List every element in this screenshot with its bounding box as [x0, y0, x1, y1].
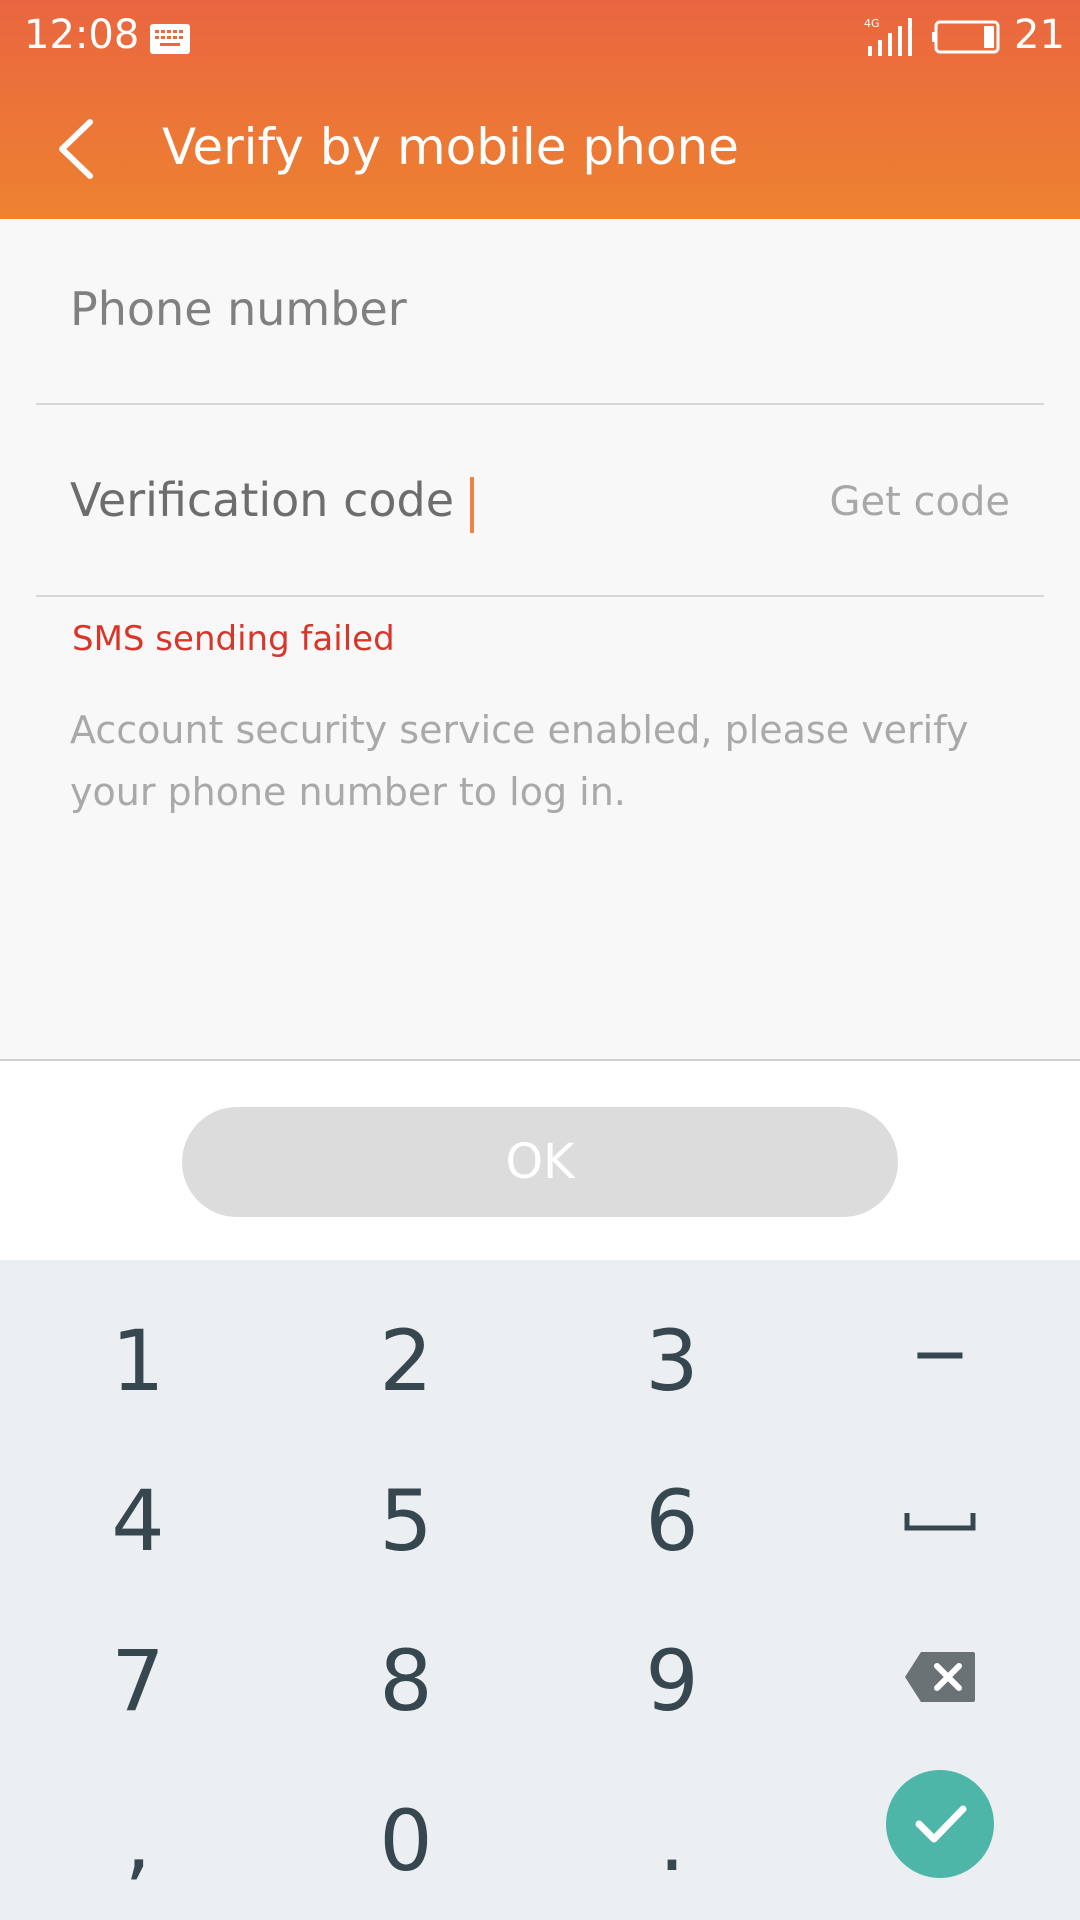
- verification-code-label: Verification code: [70, 473, 455, 527]
- ok-area: OK: [0, 1059, 1080, 1261]
- app-header: 12:08 4G 21 Verify by mobile phone: [0, 0, 1080, 219]
- key-4[interactable]: 4: [38, 1446, 238, 1596]
- info-message: Account security service enabled, please…: [70, 708, 969, 814]
- text-caret: [470, 477, 474, 533]
- key-5[interactable]: 5: [306, 1446, 506, 1596]
- page-title: Verify by mobile phone: [162, 118, 739, 176]
- key-2[interactable]: 2: [306, 1286, 506, 1436]
- key-7[interactable]: 7: [38, 1606, 238, 1756]
- error-message: SMS sending failed: [72, 619, 395, 659]
- checkmark-icon: [915, 1805, 967, 1843]
- verification-form: Phone number Verification code Get code …: [0, 219, 1080, 1059]
- numeric-keypad: 1 2 3 − 4 5 6 7 8 9 , 0 .: [0, 1260, 1080, 1920]
- back-arrow-icon[interactable]: [52, 116, 102, 182]
- divider: [36, 595, 1044, 597]
- key-6[interactable]: 6: [572, 1446, 772, 1596]
- key-9[interactable]: 9: [572, 1606, 772, 1756]
- key-0[interactable]: 0: [306, 1766, 506, 1916]
- key-3[interactable]: 3: [572, 1286, 772, 1436]
- backspace-icon[interactable]: [903, 1650, 977, 1704]
- keyboard-icon: [150, 24, 190, 54]
- divider: [36, 403, 1044, 405]
- key-1[interactable]: 1: [38, 1286, 238, 1436]
- signal-4g-icon: 4G: [864, 17, 912, 56]
- space-icon[interactable]: [904, 1510, 976, 1534]
- key-8[interactable]: 8: [306, 1606, 506, 1756]
- key-minus[interactable]: −: [840, 1278, 1040, 1428]
- battery-icon: [932, 20, 1000, 54]
- svg-text:4G: 4G: [864, 17, 880, 30]
- battery-level: 21: [1014, 12, 1065, 58]
- key-period[interactable]: .: [572, 1766, 772, 1916]
- ok-button[interactable]: OK: [182, 1107, 898, 1217]
- status-bar: 12:08 4G 21: [0, 0, 1080, 76]
- status-time: 12:08: [24, 12, 140, 58]
- get-code-button[interactable]: Get code: [830, 469, 1010, 535]
- phone-number-input[interactable]: Phone number: [70, 274, 1010, 344]
- key-comma[interactable]: ,: [38, 1766, 238, 1916]
- confirm-button[interactable]: [886, 1770, 994, 1878]
